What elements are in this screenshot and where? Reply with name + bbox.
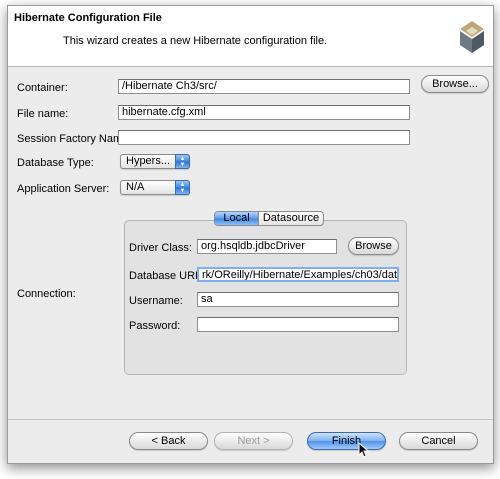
database-type-label: Database Type: [17, 157, 94, 169]
app-server-select[interactable]: N/A ▲ ▼ [120, 180, 190, 195]
app-server-label: Application Server: [17, 183, 110, 195]
container-field[interactable]: /Hibernate Ch3/src/ [118, 79, 410, 94]
database-type-value: Hypers... [126, 155, 171, 167]
driver-class-field[interactable]: org.hsqldb.jdbcDriver [197, 239, 337, 254]
username-label: Username: [129, 295, 183, 307]
session-factory-label: Session Factory Name: [17, 133, 132, 145]
driver-class-browse-button[interactable]: Browse [348, 237, 399, 255]
database-url-field[interactable]: rk/OReilly/Hibernate/Examples/ch03/data/… [197, 267, 399, 282]
container-label: Container: [17, 82, 68, 94]
popup-arrows-icon: ▲ ▼ [175, 154, 190, 169]
file-name-label: File name: [17, 108, 69, 120]
tab-local[interactable]: Local [215, 212, 259, 225]
popup-arrows-icon: ▲ ▼ [175, 180, 190, 195]
hibernate-logo-icon [460, 21, 484, 53]
wizard-header: Hibernate Configuration File This wizard… [8, 6, 493, 67]
back-button[interactable]: < Back [129, 432, 208, 450]
username-field[interactable]: sa [197, 292, 399, 307]
connection-tabs: Local Datasource [214, 211, 324, 226]
database-type-select[interactable]: Hypers... ▲ ▼ [120, 154, 190, 169]
password-field[interactable] [197, 317, 399, 332]
wizard-title: Hibernate Configuration File [14, 12, 162, 24]
file-name-field[interactable]: hibernate.cfg.xml [118, 105, 410, 120]
tab-datasource[interactable]: Datasource [259, 212, 323, 225]
wizard-description: This wizard creates a new Hibernate conf… [63, 35, 328, 47]
finish-button[interactable]: Finish [307, 432, 386, 450]
driver-class-label: Driver Class: [129, 242, 192, 254]
cancel-button[interactable]: Cancel [399, 432, 478, 450]
container-browse-button[interactable]: Browse... [421, 75, 489, 93]
connection-label: Connection: [17, 288, 76, 300]
app-server-value: N/A [126, 181, 145, 193]
database-url-label: Database URL: [129, 270, 205, 282]
next-button[interactable]: Next > [214, 432, 293, 450]
password-label: Password: [129, 320, 181, 332]
footer-separator [8, 419, 493, 420]
mouse-pointer-icon [358, 442, 370, 458]
wizard-window: Hibernate Configuration File This wizard… [7, 5, 494, 464]
session-factory-field[interactable] [118, 130, 410, 145]
